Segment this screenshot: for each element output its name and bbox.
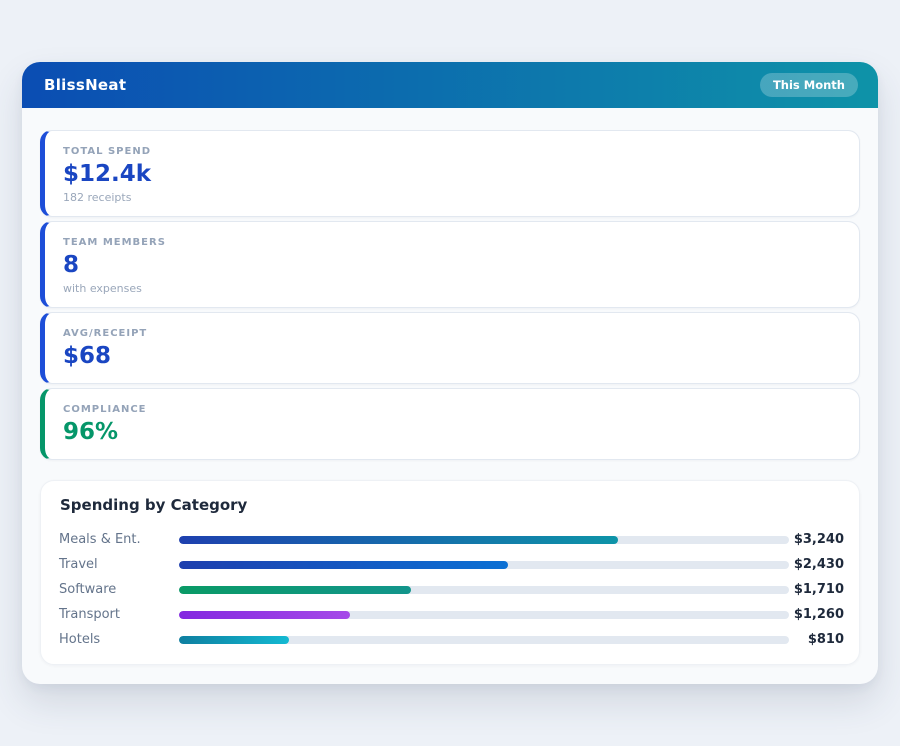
stat-subtext: 182 receipts — [63, 190, 841, 205]
category-row-hotels: Hotels $810 — [59, 627, 844, 652]
stat-value: $68 — [63, 341, 841, 372]
category-label: Meals & Ent. — [59, 532, 179, 547]
stat-card-total-spend: TOTAL SPEND $12.4k 182 receipts — [40, 130, 860, 217]
spending-by-category-card: Spending by Category Meals & Ent. $3,240… — [40, 480, 860, 665]
category-value: $2,430 — [789, 557, 844, 572]
category-bar-track — [179, 536, 789, 544]
app-header: BlissNeat This Month — [22, 62, 878, 108]
stat-card-avg-receipt: AVG/RECEIPT $68 — [40, 312, 860, 384]
category-label: Software — [59, 582, 179, 597]
category-value: $810 — [789, 632, 844, 647]
category-row-travel: Travel $2,430 — [59, 552, 844, 577]
stat-label: COMPLIANCE — [63, 402, 841, 417]
period-badge-button[interactable]: This Month — [760, 73, 858, 97]
stat-card-team-members: TEAM MEMBERS 8 with expenses — [40, 221, 860, 308]
dashboard-panel: BlissNeat This Month TOTAL SPEND $12.4k … — [22, 62, 878, 684]
stat-value: 96% — [63, 417, 841, 448]
category-bar-fill — [179, 536, 618, 544]
category-bar-fill — [179, 586, 411, 594]
category-value: $1,260 — [789, 607, 844, 622]
page-background: BlissNeat This Month TOTAL SPEND $12.4k … — [0, 0, 900, 746]
category-value: $3,240 — [789, 532, 844, 547]
spending-card-title: Spending by Category — [59, 496, 844, 514]
category-bar-track — [179, 586, 789, 594]
stat-value: 8 — [63, 250, 841, 281]
category-bar-track — [179, 636, 789, 644]
app-title: BlissNeat — [44, 76, 126, 94]
category-bar-fill — [179, 611, 350, 619]
category-bar-track — [179, 561, 789, 569]
category-label: Transport — [59, 607, 179, 622]
stat-label: TOTAL SPEND — [63, 144, 841, 159]
stat-card-compliance: COMPLIANCE 96% — [40, 388, 860, 460]
category-row-software: Software $1,710 — [59, 577, 844, 602]
category-row-meals: Meals & Ent. $3,240 — [59, 527, 844, 552]
category-value: $1,710 — [789, 582, 844, 597]
category-label: Hotels — [59, 632, 179, 647]
dashboard-content: TOTAL SPEND $12.4k 182 receipts TEAM MEM… — [22, 108, 878, 684]
stat-subtext: with expenses — [63, 281, 841, 296]
stat-label: AVG/RECEIPT — [63, 326, 841, 341]
category-bar-fill — [179, 561, 508, 569]
category-label: Travel — [59, 557, 179, 572]
stat-value: $12.4k — [63, 159, 841, 190]
category-bar-track — [179, 611, 789, 619]
stat-label: TEAM MEMBERS — [63, 235, 841, 250]
category-bar-fill — [179, 636, 289, 644]
category-row-transport: Transport $1,260 — [59, 602, 844, 627]
